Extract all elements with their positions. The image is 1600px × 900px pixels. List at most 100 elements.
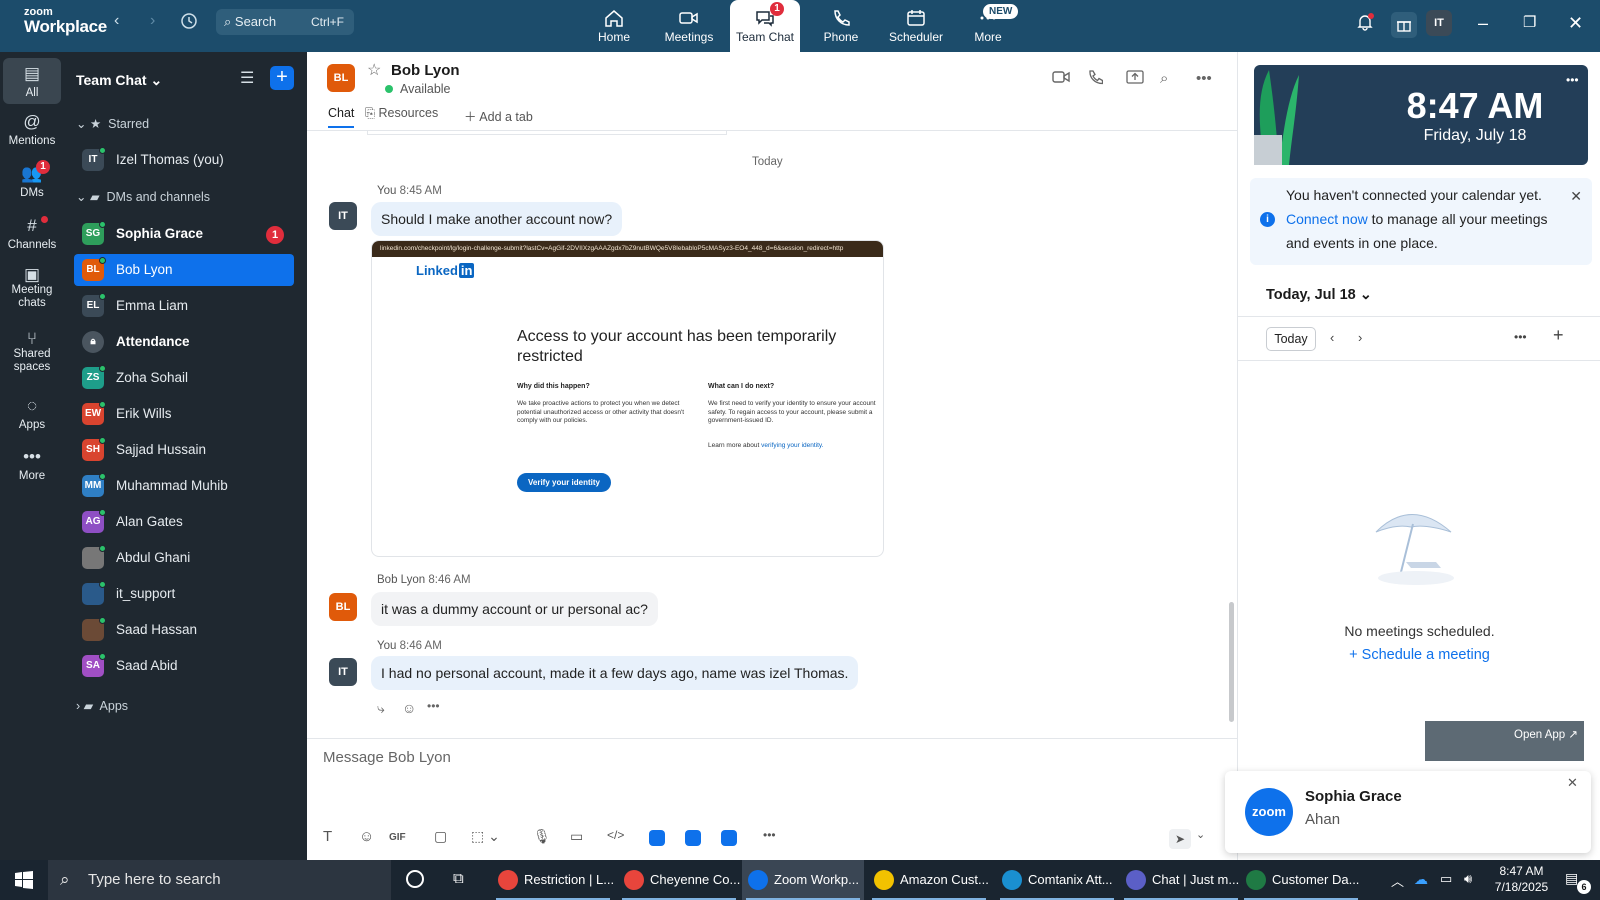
format-text-icon[interactable]: T	[323, 828, 332, 845]
open-app-preview[interactable]: Open App ↗	[1425, 721, 1584, 761]
sidebar-title[interactable]: Team Chat ⌄	[76, 72, 162, 89]
taskbar-app[interactable]: Chat | Just m...	[1120, 860, 1242, 900]
message-avatar[interactable]: IT	[329, 658, 357, 686]
tab-add[interactable]: ＋ Add a tab	[464, 106, 533, 125]
bell-icon[interactable]	[1356, 13, 1374, 36]
video-call-icon[interactable]	[1052, 70, 1070, 88]
share-screen-icon[interactable]	[1126, 70, 1144, 88]
microphone-icon[interactable]: 🎙︎	[533, 828, 551, 845]
user-avatar[interactable]: IT	[1426, 10, 1452, 36]
more-options-icon[interactable]: •••	[1196, 70, 1212, 87]
reply-icon[interactable]: ⤷	[377, 700, 385, 717]
today-button[interactable]: Today	[1266, 327, 1316, 351]
sidebar-item[interactable]: 🔒︎ Attendance	[74, 326, 294, 358]
screenshot-icon[interactable]: ⬚ ⌄	[471, 828, 500, 845]
sidebar-item[interactable]: EW Erik Wills	[74, 398, 294, 430]
taskbar-app[interactable]: Comtanix Att...	[996, 860, 1118, 900]
tab-home[interactable]: Home	[579, 0, 649, 52]
message-input[interactable]: Message Bob Lyon	[323, 749, 451, 766]
sidebar-item[interactable]: SH Sajjad Hussain	[74, 434, 294, 466]
message-bubble[interactable]: I had no personal account, made it a few…	[371, 656, 859, 690]
code-icon[interactable]: </>	[607, 828, 624, 842]
tab-resources[interactable]: ⎘ Resources	[365, 106, 438, 121]
emoji-react-icon[interactable]: ☺	[402, 700, 416, 716]
history-icon[interactable]	[180, 12, 198, 35]
task-view-icon[interactable]: ⧉	[453, 870, 464, 887]
star-outline-icon[interactable]: ☆	[367, 60, 381, 80]
scrollbar[interactable]	[1229, 602, 1234, 722]
add-event-icon[interactable]: +	[1553, 325, 1564, 346]
forward-arrow-icon[interactable]: ›	[150, 12, 155, 30]
rail-meeting-chats[interactable]: ▣ Meeting chats	[3, 266, 61, 310]
onedrive-icon[interactable]: ☁	[1414, 871, 1428, 888]
calendar-more-icon[interactable]: •••	[1514, 330, 1527, 344]
restore-icon[interactable]: ❐	[1523, 13, 1536, 31]
app-shortcut-icon[interactable]	[685, 830, 701, 846]
starred-section[interactable]: ⌄ ★ Starred	[76, 116, 149, 131]
notification-toast[interactable]: zoom Sophia Grace Ahan ✕	[1225, 771, 1591, 853]
sidebar-item[interactable]: MM Muhammad Muhib	[74, 470, 294, 502]
dms-section[interactable]: ⌄ ▰ DMs and channels	[76, 189, 210, 204]
starred-item[interactable]: IT Izel Thomas (you)	[74, 144, 294, 176]
video-message-icon[interactable]: ▭	[570, 828, 583, 845]
sidebar-item[interactable]: it_support	[74, 578, 294, 610]
contact-name[interactable]: Bob Lyon	[391, 62, 460, 79]
message-bubble[interactable]: Should I make another account now?	[371, 202, 623, 236]
chevron-right-icon[interactable]: ›	[1358, 330, 1362, 345]
rail-shared-spaces[interactable]: ⑂ Shared spaces	[3, 330, 61, 374]
phone-call-icon[interactable]	[1087, 70, 1104, 90]
send-icon[interactable]: ➤	[1169, 829, 1191, 849]
chevron-left-icon[interactable]: ‹	[1330, 330, 1334, 345]
contact-avatar[interactable]: BL	[327, 64, 355, 92]
message-avatar[interactable]: BL	[329, 593, 357, 621]
rail-all[interactable]: ▤ All	[3, 58, 61, 104]
apps-section[interactable]: › ▰ Apps	[76, 698, 128, 713]
taskbar-app[interactable]: Restriction | L...	[492, 860, 614, 900]
send-options-chevron-icon[interactable]: ⌄	[1196, 828, 1205, 841]
sidebar-item[interactable]: AG Alan Gates	[74, 506, 294, 538]
minimize-icon[interactable]: –	[1478, 13, 1488, 34]
app-shortcut-icon[interactable]	[649, 830, 665, 846]
volume-icon[interactable]: 🔊︎	[1464, 871, 1472, 887]
tab-chat[interactable]: Chat	[328, 106, 355, 128]
image-attachment[interactable]: linkedin.com/checkpoint/lg/login-challen…	[371, 240, 884, 557]
filter-icon[interactable]: ☰	[240, 68, 254, 88]
rail-apps[interactable]: ◌ Apps	[3, 396, 61, 431]
taskbar-app[interactable]: Cheyenne Co...	[618, 860, 740, 900]
tab-scheduler[interactable]: Scheduler	[881, 0, 951, 52]
network-icon[interactable]: ▭	[1440, 871, 1452, 887]
search-box[interactable]: ⌕ Search Ctrl+F	[216, 9, 354, 35]
tab-team-chat[interactable]: Team Chat 1	[730, 0, 800, 52]
clock-more-icon[interactable]: •••	[1566, 73, 1579, 87]
close-icon[interactable]: ✕	[1570, 184, 1582, 208]
message-avatar[interactable]: IT	[329, 202, 357, 230]
sidebar-item[interactable]: SA Saad Abid	[74, 650, 294, 682]
sidebar-item[interactable]: EL Emma Liam	[74, 290, 294, 322]
taskbar-app[interactable]: Amazon Cust...	[868, 860, 990, 900]
emoji-icon[interactable]: ☺	[359, 828, 374, 845]
schedule-meeting-link[interactable]: + Schedule a meeting	[1238, 647, 1600, 663]
tab-phone[interactable]: Phone	[806, 0, 876, 52]
gift-icon[interactable]	[1391, 12, 1417, 38]
rail-more[interactable]: ••• More	[3, 447, 61, 482]
back-arrow-icon[interactable]: ‹	[114, 12, 119, 30]
message-more-icon[interactable]: •••	[427, 699, 440, 713]
taskbar-app[interactable]: Customer Da...	[1240, 860, 1362, 900]
message-bubble[interactable]: it was a dummy account or ur personal ac…	[371, 592, 658, 626]
file-icon[interactable]: ▢	[434, 828, 447, 845]
taskbar-clock[interactable]: 8:47 AM 7/18/2025	[1484, 863, 1559, 895]
search-icon[interactable]: ⌕	[1160, 70, 1168, 87]
tab-meetings[interactable]: Meetings	[654, 0, 724, 52]
sidebar-item[interactable]: Abdul Ghani	[74, 542, 294, 574]
sidebar-item[interactable]: Saad Hassan	[74, 614, 294, 646]
sidebar-item[interactable]: SG Sophia Grace 1	[74, 218, 294, 250]
windows-start-icon[interactable]	[15, 871, 33, 892]
notes-icon[interactable]	[721, 830, 737, 846]
new-chat-button[interactable]: +	[270, 66, 294, 90]
connect-now-link[interactable]: Connect now	[1286, 211, 1368, 227]
more-tools-icon[interactable]: •••	[763, 828, 776, 842]
sidebar-item[interactable]: ZS Zoha Sohail	[74, 362, 294, 394]
sidebar-item[interactable]: BL Bob Lyon	[74, 254, 294, 286]
taskbar-search[interactable]: ⌕ Type here to search	[48, 860, 391, 900]
rail-dms[interactable]: 👥 DMs 1	[3, 160, 61, 199]
